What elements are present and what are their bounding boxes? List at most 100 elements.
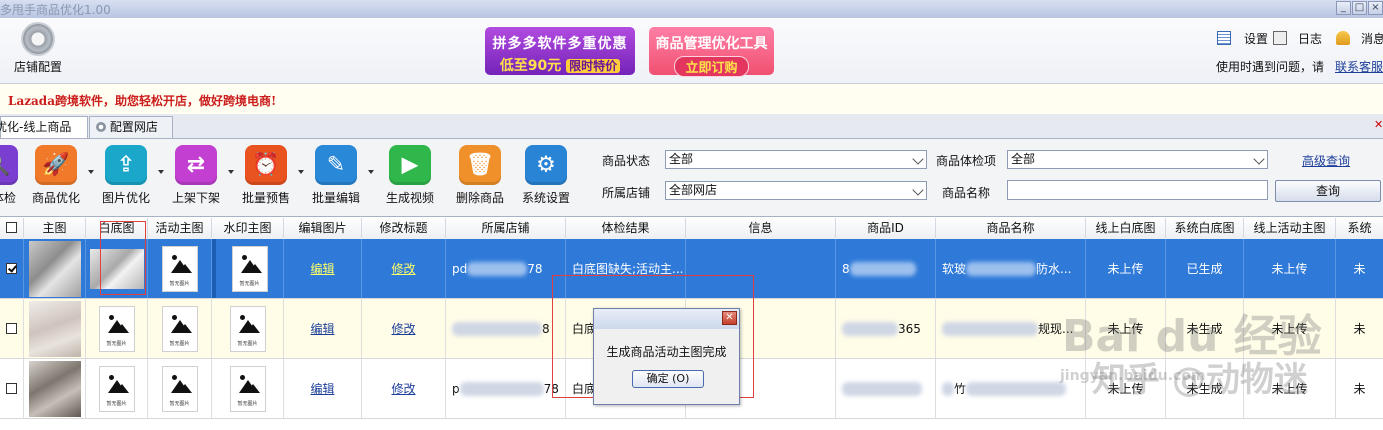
advanced-search-link[interactable]: 高级查询 — [1302, 152, 1350, 169]
row-checkbox[interactable] — [6, 323, 17, 334]
edit-image-cell[interactable]: 编辑 — [284, 299, 362, 358]
redacted-text — [467, 261, 528, 276]
status-select[interactable]: 全部 — [665, 150, 927, 169]
contact-support-link[interactable]: 联系客服 — [1335, 58, 1383, 75]
chevron-down-icon[interactable] — [88, 170, 94, 174]
modify-link[interactable]: 修改 — [391, 260, 415, 277]
chevron-down-icon[interactable] — [228, 170, 234, 174]
watermark-image-cell[interactable]: 暂无图片 — [212, 299, 284, 358]
activity-image-cell[interactable]: 暂无图片 — [148, 299, 212, 358]
modify-title-cell[interactable]: 修改 — [362, 359, 446, 418]
system-cell: 未 — [1353, 322, 1366, 336]
shop-prefix: pd — [452, 261, 468, 276]
edit-icon: ✎ — [315, 145, 357, 185]
alarm-clock-icon: ⏰ — [245, 145, 287, 185]
tool-delete-product[interactable]: 🗑 删除商品 — [454, 145, 506, 206]
white-image-cell[interactable]: 暂无图片 — [86, 299, 148, 358]
row-checkbox[interactable] — [6, 383, 17, 394]
shop-select[interactable]: 全部网店 — [665, 181, 927, 200]
url-watermark: jingyan.baidu.com — [1060, 368, 1206, 384]
tool-label: 批量预售 — [241, 191, 290, 205]
col-product-name[interactable]: 商品名称 — [936, 218, 1086, 238]
col-system[interactable]: 系统 — [1336, 218, 1383, 238]
tool-list-delist[interactable]: ⇄ 上架下架 — [170, 145, 222, 206]
chevron-down-icon — [912, 153, 924, 165]
minimize-button[interactable]: _ — [1336, 1, 1351, 15]
promo-banner-tool[interactable]: 商品管理优化工具 立即订购 — [649, 27, 774, 77]
maximize-button[interactable]: □ — [1352, 1, 1367, 15]
tool-label: 系统设置 — [521, 191, 570, 205]
row-checkbox-cell[interactable] — [0, 299, 24, 358]
tool-batch-edit[interactable]: ✎ 批量编辑 — [310, 145, 362, 206]
tool-checkup[interactable]: 🔍 体检 — [0, 145, 18, 206]
query-button[interactable]: 查询 — [1275, 180, 1381, 202]
col-product-id[interactable]: 商品ID — [836, 218, 936, 238]
product-name-input[interactable] — [1007, 180, 1268, 200]
shop-config-label: 店铺配置 — [13, 60, 62, 74]
shop-config-button[interactable]: 店铺配置 — [8, 22, 68, 80]
col-activity-image[interactable]: 活动主图 — [148, 218, 212, 238]
tool-product-optimize[interactable]: 🚀 商品优化 — [30, 145, 82, 206]
tool-image-optimize[interactable]: ⇪ 图片优化 — [100, 145, 152, 206]
tab-optimize-online[interactable]: 优化-线上商品 — [0, 116, 88, 138]
white-image-cell[interactable]: 暂无图片 — [86, 359, 148, 418]
redacted-text — [452, 321, 542, 336]
shop-cell: p 78 — [446, 359, 566, 418]
shelf-icon: ⇄ — [175, 145, 217, 185]
main-image-cell[interactable] — [24, 239, 86, 298]
tool-generate-video[interactable]: ▶ 生成视频 — [384, 145, 436, 206]
check-item-select[interactable]: 全部 — [1007, 150, 1268, 169]
select-all-checkbox[interactable] — [6, 222, 17, 233]
select-all-header[interactable] — [0, 218, 24, 238]
messages-link[interactable]: 消息 — [1361, 30, 1383, 47]
placeholder-caption: 暂无图片 — [106, 400, 127, 407]
order-now-button[interactable]: 立即订购 — [674, 56, 749, 77]
row-checkbox[interactable] — [6, 263, 17, 274]
main-image-cell[interactable] — [24, 299, 86, 358]
close-window-button[interactable]: × — [1368, 1, 1383, 15]
col-info[interactable]: 信息 — [686, 218, 836, 238]
tab-config-shop[interactable]: 配置网店 — [89, 116, 173, 138]
edit-image-cell[interactable]: 编辑 — [284, 359, 362, 418]
edit-link[interactable]: 编辑 — [310, 380, 334, 397]
col-main-image[interactable]: 主图 — [24, 218, 86, 238]
activity-image-cell[interactable]: 暂无图片 — [148, 239, 212, 298]
name-prefix: 竹 — [954, 382, 967, 396]
modify-link[interactable]: 修改 — [391, 380, 415, 397]
tool-batch-presale[interactable]: ⏰ 批量预售 — [240, 145, 292, 206]
modify-link[interactable]: 修改 — [391, 320, 415, 337]
chevron-down-icon[interactable] — [158, 170, 164, 174]
col-system-white[interactable]: 系统白底图 — [1166, 218, 1244, 238]
watermark-image-cell[interactable]: 暂无图片 — [212, 239, 284, 298]
close-tab-icon[interactable]: ✕ — [1374, 118, 1383, 132]
chevron-down-icon[interactable] — [368, 170, 374, 174]
product-id-cell — [836, 359, 936, 418]
promo-banner-pdd[interactable]: 拼多多软件多重优惠 低至90元 限时特价 — [485, 27, 635, 75]
col-shop[interactable]: 所属店铺 — [446, 218, 566, 238]
row-checkbox-cell[interactable] — [0, 359, 24, 418]
edit-link[interactable]: 编辑 — [310, 320, 334, 337]
name-prefix: 软玻 — [942, 262, 967, 276]
tool-system-settings[interactable]: ⚙ 系统设置 — [520, 145, 572, 206]
dialog-ok-button[interactable]: 确定 (O) — [632, 370, 704, 388]
watermark-image-cell[interactable]: 暂无图片 — [212, 359, 284, 418]
activity-image-cell[interactable]: 暂无图片 — [148, 359, 212, 418]
log-link[interactable]: 日志 — [1298, 30, 1322, 47]
dialog-close-button[interactable]: ✕ — [722, 311, 737, 325]
settings-link[interactable]: 设置 — [1244, 30, 1268, 47]
modify-title-cell[interactable]: 修改 — [362, 239, 446, 298]
col-online-white[interactable]: 线上白底图 — [1086, 218, 1166, 238]
col-watermark-image[interactable]: 水印主图 — [212, 218, 284, 238]
row-checkbox-cell[interactable] — [0, 239, 24, 298]
chevron-down-icon[interactable] — [298, 170, 304, 174]
col-modify-title[interactable]: 修改标题 — [362, 218, 446, 238]
col-online-activity[interactable]: 线上活动主图 — [1244, 218, 1336, 238]
main-image-cell[interactable] — [24, 359, 86, 418]
col-check-result[interactable]: 体检结果 — [566, 218, 686, 238]
trash-icon: 🗑 — [459, 145, 501, 185]
banner1-price: 低至90元 — [499, 58, 562, 74]
edit-link[interactable]: 编辑 — [310, 260, 334, 277]
edit-image-cell[interactable]: 编辑 — [284, 239, 362, 298]
modify-title-cell[interactable]: 修改 — [362, 299, 446, 358]
col-edit-image[interactable]: 编辑图片 — [284, 218, 362, 238]
